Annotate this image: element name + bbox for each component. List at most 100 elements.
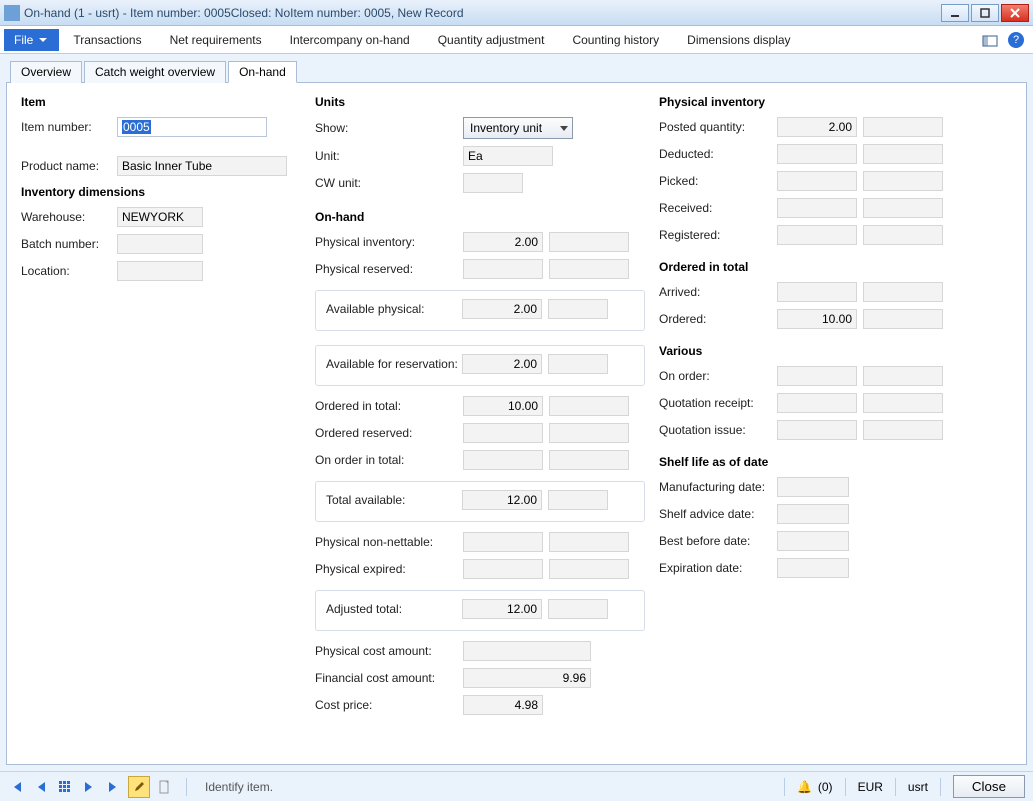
nav-first-button[interactable] <box>8 778 26 796</box>
group-avail-phys: Available physical: <box>315 290 645 331</box>
menu-transactions[interactable]: Transactions <box>59 29 155 51</box>
maximize-button[interactable] <box>971 4 999 22</box>
mfg-field[interactable] <box>777 477 849 497</box>
quo-issue-field[interactable] <box>777 420 857 440</box>
adj-total-field[interactable] <box>462 599 542 619</box>
adj-total-field2[interactable] <box>548 599 608 619</box>
ordered-res-field2[interactable] <box>549 423 629 443</box>
header-item: Item <box>21 95 301 109</box>
on-order-field[interactable] <box>777 366 857 386</box>
header-phys-inv: Physical inventory <box>659 95 959 109</box>
ordered-res-field[interactable] <box>463 423 543 443</box>
menu-net-requirements[interactable]: Net requirements <box>156 29 276 51</box>
close-button[interactable] <box>1001 4 1029 22</box>
phys-nonnet-field[interactable] <box>463 532 543 552</box>
minimize-button[interactable] <box>941 4 969 22</box>
label-deducted: Deducted: <box>659 147 777 161</box>
ordered-total-field[interactable] <box>463 396 543 416</box>
avail-phys-field[interactable] <box>462 299 542 319</box>
posted-field2[interactable] <box>863 117 943 137</box>
unit-field[interactable] <box>463 146 553 166</box>
nav-prev-button[interactable] <box>32 778 50 796</box>
phys-nonnet-field2[interactable] <box>549 532 629 552</box>
total-avail-field2[interactable] <box>548 490 608 510</box>
menu-intercompany-onhand[interactable]: Intercompany on-hand <box>276 29 424 51</box>
registered-field[interactable] <box>777 225 857 245</box>
received-field[interactable] <box>777 198 857 218</box>
advice-field[interactable] <box>777 504 849 524</box>
item-number-field[interactable]: 0005 <box>117 117 267 137</box>
exp-field[interactable] <box>777 558 849 578</box>
arrived-field[interactable] <box>777 282 857 302</box>
status-currency: EUR <box>858 780 883 794</box>
label-unit: Unit: <box>315 149 463 163</box>
ordered-field2[interactable] <box>863 309 943 329</box>
quo-issue-field2[interactable] <box>863 420 943 440</box>
deducted-field2[interactable] <box>863 144 943 164</box>
close-form-button[interactable]: Close <box>953 775 1025 798</box>
tab-cw-overview[interactable]: Catch weight overview <box>84 61 226 83</box>
label-phys-exp: Physical expired: <box>315 562 463 576</box>
location-field[interactable] <box>117 261 203 281</box>
quo-receipt-field[interactable] <box>777 393 857 413</box>
menu-counting-history[interactable]: Counting history <box>558 29 673 51</box>
phys-cost-field[interactable] <box>463 641 591 661</box>
label-location: Location: <box>21 264 117 278</box>
avail-res-field2[interactable] <box>548 354 608 374</box>
fin-cost-field[interactable] <box>463 668 591 688</box>
label-warehouse: Warehouse: <box>21 210 117 224</box>
cw-unit-field[interactable] <box>463 173 523 193</box>
menu-file[interactable]: File <box>4 29 59 51</box>
nav-grid-button[interactable] <box>56 778 74 796</box>
warehouse-field[interactable] <box>117 207 203 227</box>
phys-res-field[interactable] <box>463 259 543 279</box>
nav-next-button[interactable] <box>80 778 98 796</box>
picked-field2[interactable] <box>863 171 943 191</box>
show-select[interactable]: Inventory unit <box>463 117 573 139</box>
phys-exp-field2[interactable] <box>549 559 629 579</box>
label-phys-inv: Physical inventory: <box>315 235 463 249</box>
menu-dimensions-display[interactable]: Dimensions display <box>673 29 804 51</box>
label-exp: Expiration date: <box>659 561 777 575</box>
avail-res-field[interactable] <box>462 354 542 374</box>
ordered-field[interactable] <box>777 309 857 329</box>
picked-field[interactable] <box>777 171 857 191</box>
label-on-order: On order: <box>659 369 777 383</box>
phys-inv-field2[interactable] <box>549 232 629 252</box>
header-ordered-total: Ordered in total <box>659 260 959 274</box>
help-icon[interactable]: ? <box>1007 31 1025 49</box>
cost-price-field[interactable] <box>463 695 543 715</box>
phys-exp-field[interactable] <box>463 559 543 579</box>
edit-button[interactable] <box>128 776 150 798</box>
product-name-field[interactable] <box>117 156 287 176</box>
deducted-field[interactable] <box>777 144 857 164</box>
best-field[interactable] <box>777 531 849 551</box>
label-quo-issue: Quotation issue: <box>659 423 777 437</box>
posted-field[interactable] <box>777 117 857 137</box>
tab-onhand[interactable]: On-hand <box>228 61 297 83</box>
batch-field[interactable] <box>117 234 203 254</box>
avail-phys-field2[interactable] <box>548 299 608 319</box>
attach-window-icon[interactable] <box>981 31 999 49</box>
on-order-total-field2[interactable] <box>549 450 629 470</box>
total-avail-field[interactable] <box>462 490 542 510</box>
document-icon[interactable] <box>156 778 174 796</box>
received-field2[interactable] <box>863 198 943 218</box>
nav-last-button[interactable] <box>104 778 122 796</box>
menu-quantity-adjustment[interactable]: Quantity adjustment <box>424 29 559 51</box>
label-quo-receipt: Quotation receipt: <box>659 396 777 410</box>
ordered-total-field2[interactable] <box>549 396 629 416</box>
group-total-avail: Total available: <box>315 481 645 522</box>
registered-field2[interactable] <box>863 225 943 245</box>
arrived-field2[interactable] <box>863 282 943 302</box>
label-item-number: Item number: <box>21 120 117 134</box>
phys-inv-field[interactable] <box>463 232 543 252</box>
on-order-total-field[interactable] <box>463 450 543 470</box>
label-phys-nonnet: Physical non-nettable: <box>315 535 463 549</box>
quo-receipt-field2[interactable] <box>863 393 943 413</box>
tab-overview[interactable]: Overview <box>10 61 82 83</box>
on-order-field2[interactable] <box>863 366 943 386</box>
bell-icon[interactable]: 🔔 <box>797 780 812 794</box>
phys-res-field2[interactable] <box>549 259 629 279</box>
status-user: usrt <box>908 780 928 794</box>
